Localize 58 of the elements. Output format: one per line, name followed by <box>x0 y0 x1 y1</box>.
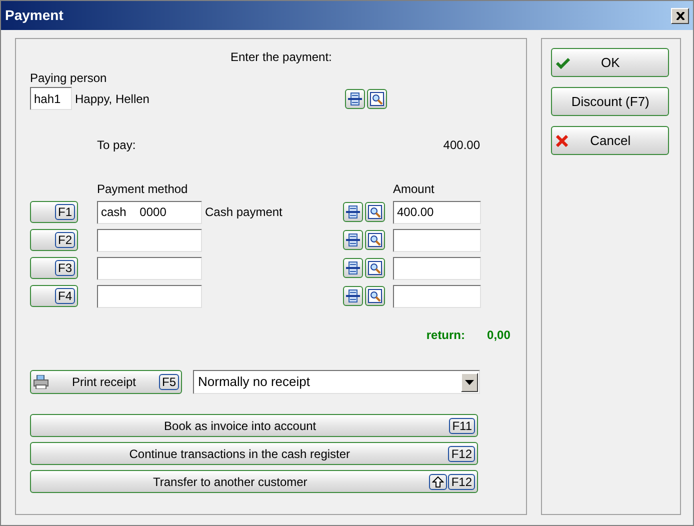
window-title: Payment <box>5 6 64 25</box>
list-button[interactable] <box>343 202 363 222</box>
list-icon <box>346 289 360 303</box>
payment-method-field[interactable] <box>97 284 202 308</box>
to-pay-amount: 400.00 <box>443 137 480 154</box>
amount-field[interactable] <box>393 256 481 280</box>
close-button[interactable] <box>671 8 689 24</box>
cross-icon <box>556 134 568 146</box>
search-button[interactable] <box>365 258 385 278</box>
list-button[interactable] <box>343 230 363 250</box>
method-description: Cash payment <box>205 204 284 221</box>
field-label: Paying person <box>30 70 108 87</box>
function-key-button[interactable]: F3 <box>30 257 78 279</box>
return-label: return: <box>426 327 466 344</box>
search-button[interactable] <box>367 88 387 108</box>
search-icon <box>368 205 382 219</box>
amount-field[interactable] <box>393 284 481 308</box>
payment-method-field[interactable] <box>97 228 202 252</box>
person-name: Happy, Hellen <box>75 90 150 108</box>
list-icon <box>346 233 360 247</box>
function-key-button[interactable]: F2 <box>30 229 78 251</box>
search-icon <box>370 92 384 106</box>
action-button[interactable]: Book as invoice into account F11 <box>30 414 478 437</box>
dropdown-arrow-icon <box>465 380 474 384</box>
return-amount: 0,00 <box>487 327 510 344</box>
amount-field[interactable] <box>393 228 481 252</box>
code-field[interactable]: hah1 <box>30 87 72 110</box>
list-button[interactable] <box>343 286 363 306</box>
column-header: Payment method <box>97 181 189 198</box>
function-key-button[interactable]: F4 <box>30 285 78 307</box>
search-button[interactable] <box>365 230 385 250</box>
to-pay-label: To pay: <box>97 137 136 154</box>
list-icon <box>348 92 362 106</box>
amount-field[interactable]: 400.00 <box>393 200 481 224</box>
dialog-button[interactable]: Cancel <box>551 126 670 155</box>
function-key-button[interactable]: F1 <box>30 201 78 223</box>
print-receipt-button[interactable]: Print receipt F5 <box>30 370 182 394</box>
dialog-button[interactable]: OK <box>551 48 670 77</box>
list-button[interactable] <box>345 88 365 108</box>
search-button[interactable] <box>365 286 385 306</box>
payment-method-field[interactable]: cash 0000 <box>97 200 202 224</box>
search-icon <box>368 233 382 247</box>
column-header: Amount <box>393 181 434 198</box>
heading: Enter the payment: <box>230 49 332 66</box>
search-button[interactable] <box>365 202 385 222</box>
list-icon <box>346 205 360 219</box>
action-button[interactable]: Transfer to another customer F12 <box>30 470 478 493</box>
payment-method-field[interactable] <box>97 256 202 280</box>
search-icon <box>368 261 382 275</box>
receipt-dropdown[interactable]: Normally no receipt <box>193 370 480 394</box>
list-button[interactable] <box>343 258 363 278</box>
action-button[interactable]: Continue transactions in the cash register F12 <box>30 442 478 465</box>
dialog-button[interactable]: Discount (F7) <box>551 87 670 116</box>
check-icon <box>556 56 570 68</box>
list-icon <box>346 261 360 275</box>
close-icon <box>676 12 684 20</box>
search-icon <box>368 289 382 303</box>
printer-icon <box>33 375 49 389</box>
